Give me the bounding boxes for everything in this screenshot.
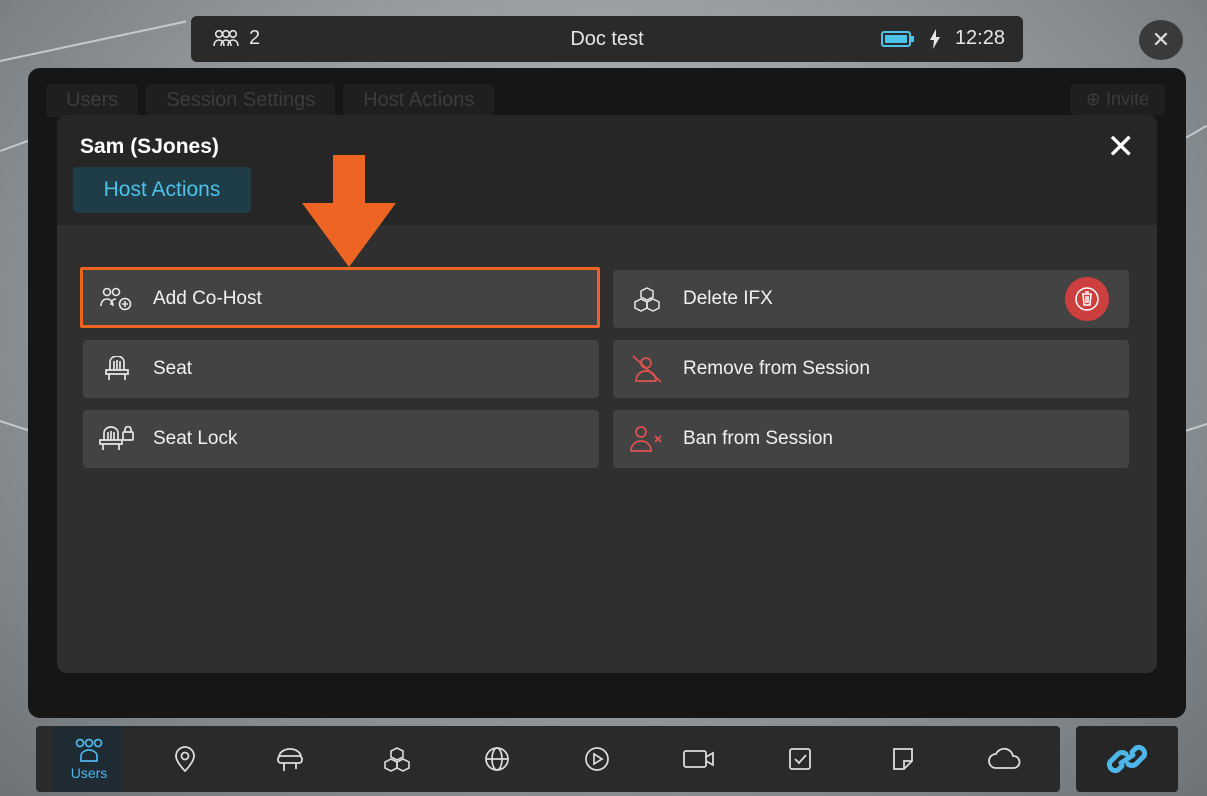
background-tabs: Users Session Settings Host Actions bbox=[46, 84, 495, 117]
seat-button[interactable]: Seat bbox=[83, 340, 599, 398]
battery-icon bbox=[880, 30, 914, 47]
cubes-icon bbox=[627, 286, 667, 312]
play-icon bbox=[585, 747, 609, 771]
nav-media[interactable] bbox=[562, 726, 632, 792]
tab-session-settings: Session Settings bbox=[146, 84, 336, 117]
seat-icon bbox=[97, 356, 137, 382]
close-icon: ✕ bbox=[1151, 27, 1171, 52]
nav-users-label: Users bbox=[70, 765, 108, 781]
video-camera-icon bbox=[683, 750, 714, 768]
seat-lock-icon bbox=[97, 426, 137, 452]
remove-from-session-label: Remove from Session bbox=[683, 358, 870, 379]
nav-users[interactable]: Users bbox=[54, 726, 124, 792]
nav-web[interactable] bbox=[462, 726, 532, 792]
nav-objects[interactable] bbox=[362, 726, 432, 792]
tab-host-actions: Host Actions bbox=[343, 84, 495, 117]
user-actions-modal: Sam (SJones) Host Actions ✕ Add Co-Host … bbox=[57, 115, 1157, 673]
status-area: 12:28 bbox=[880, 27, 1005, 50]
nav-cloud[interactable] bbox=[970, 726, 1040, 792]
nav-locations[interactable] bbox=[150, 726, 220, 792]
remove-user-icon bbox=[627, 354, 667, 384]
ban-user-icon bbox=[627, 424, 667, 454]
cloud-icon bbox=[988, 747, 1021, 769]
globe-icon bbox=[485, 747, 509, 771]
nav-vr-headset[interactable] bbox=[255, 726, 325, 792]
link-button[interactable] bbox=[1076, 726, 1178, 792]
nav-tasks[interactable] bbox=[765, 726, 835, 792]
modal-close-button[interactable]: ✕ bbox=[1107, 129, 1136, 165]
link-icon bbox=[1106, 744, 1148, 774]
tab-users: Users bbox=[46, 84, 139, 117]
nav-camera[interactable] bbox=[664, 726, 734, 792]
headset-icon bbox=[277, 748, 303, 771]
cubes-icon bbox=[384, 747, 410, 772]
invite-label: Invite bbox=[1105, 89, 1149, 109]
delete-ifx-label: Delete IFX bbox=[683, 288, 773, 309]
close-icon: ✕ bbox=[1106, 128, 1136, 166]
ban-from-session-button[interactable]: Ban from Session bbox=[613, 410, 1129, 468]
orange-arrow-icon bbox=[302, 155, 396, 267]
clock: 12:28 bbox=[954, 27, 1005, 49]
remove-from-session-button[interactable]: Remove from Session bbox=[613, 340, 1129, 398]
ban-from-session-label: Ban from Session bbox=[683, 428, 833, 449]
seat-label: Seat bbox=[153, 358, 193, 379]
bottom-toolbar: Users bbox=[36, 726, 1060, 792]
tab-host-actions-active[interactable]: Host Actions bbox=[73, 167, 251, 213]
charging-icon bbox=[929, 28, 940, 49]
nav-notes[interactable] bbox=[868, 726, 938, 792]
note-icon bbox=[893, 748, 913, 770]
location-pin-icon bbox=[175, 746, 195, 773]
invite-button: ⊕ Invite bbox=[1069, 84, 1165, 115]
modal-user-name: Sam (SJones) bbox=[80, 135, 219, 158]
top-bar: 2 Doc test 12:28 bbox=[191, 16, 1023, 62]
highlight-box bbox=[80, 267, 600, 328]
seat-lock-label: Seat Lock bbox=[153, 428, 238, 449]
close-app-button[interactable]: ✕ bbox=[1139, 20, 1183, 60]
trash-icon[interactable] bbox=[1065, 277, 1109, 321]
checkbox-icon bbox=[789, 748, 811, 770]
delete-ifx-button[interactable]: Delete IFX bbox=[613, 270, 1129, 328]
add-user-icon: ⊕ bbox=[1085, 89, 1106, 109]
seat-lock-button[interactable]: Seat Lock bbox=[83, 410, 599, 468]
users-icon bbox=[75, 738, 103, 762]
